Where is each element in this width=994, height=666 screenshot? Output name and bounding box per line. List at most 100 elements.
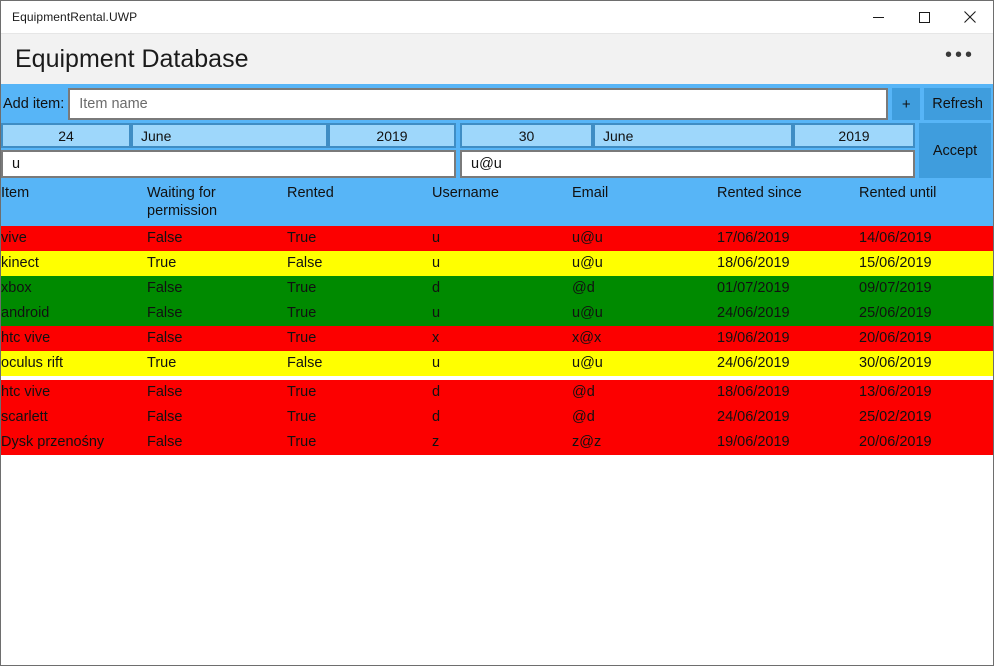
- cell-username: z: [432, 430, 572, 456]
- cell-email: u@u: [572, 351, 717, 377]
- date-to-month[interactable]: June: [593, 123, 793, 148]
- cell-rented: True: [287, 226, 432, 252]
- cell-username: x: [432, 326, 572, 352]
- accept-button[interactable]: Accept: [919, 123, 991, 178]
- cell-rented: True: [287, 326, 432, 352]
- cell-until: 15/06/2019: [859, 251, 993, 277]
- window-controls: [855, 1, 993, 33]
- email-search-input[interactable]: [460, 150, 915, 178]
- table-row[interactable]: android False True u u@u 24/06/2019 25/06/2019: [1, 301, 993, 327]
- cell-until: 30/06/2019: [859, 351, 993, 377]
- more-options-icon[interactable]: •••: [941, 45, 979, 69]
- cell-email: u@u: [572, 301, 717, 327]
- minimize-button[interactable]: [855, 1, 901, 33]
- cell-rented: False: [287, 351, 432, 377]
- date-picker-from: 24 June 2019: [1, 123, 456, 148]
- cell-waiting: False: [147, 326, 287, 352]
- column-header-item[interactable]: Item: [1, 181, 147, 227]
- cell-email: @d: [572, 276, 717, 302]
- date-to-day[interactable]: 30: [460, 123, 593, 148]
- page-title: Equipment Database: [15, 44, 249, 73]
- table-row[interactable]: Dysk przenośny False True z z@z 19/06/2019 20/…: [1, 430, 993, 456]
- cell-rented: True: [287, 380, 432, 406]
- cell-rented: True: [287, 430, 432, 456]
- cell-email: x@x: [572, 326, 717, 352]
- close-button[interactable]: [947, 1, 993, 33]
- cell-since: 24/06/2019: [717, 405, 859, 431]
- add-item-label: Add item:: [3, 96, 65, 112]
- item-name-input[interactable]: [68, 88, 889, 120]
- cell-until: 25/02/2019: [859, 405, 993, 431]
- column-header-waiting[interactable]: Waiting for permission: [147, 181, 287, 227]
- cell-rented: False: [287, 251, 432, 277]
- cell-until: 13/06/2019: [859, 380, 993, 406]
- cell-item: Dysk przenośny: [1, 430, 147, 456]
- table-row[interactable]: htc vive False True d @d 18/06/2019 13/06/2019: [1, 380, 993, 406]
- table-row[interactable]: htc vive False True x x@x 19/06/2019 20/06/201…: [1, 326, 993, 352]
- cell-waiting: False: [147, 301, 287, 327]
- filter-section: 24 June 2019 30 June 2019 Accept: [1, 121, 993, 181]
- cell-since: 18/06/2019: [717, 251, 859, 277]
- cell-since: 24/06/2019: [717, 301, 859, 327]
- cell-username: d: [432, 380, 572, 406]
- refresh-button[interactable]: Refresh: [924, 88, 991, 120]
- cell-item: vive: [1, 226, 147, 252]
- cell-since: 19/06/2019: [717, 430, 859, 456]
- date-from-day[interactable]: 24: [1, 123, 131, 148]
- search-row: [1, 150, 915, 181]
- column-header-username[interactable]: Username: [432, 181, 572, 227]
- date-from-year[interactable]: 2019: [328, 123, 456, 148]
- cell-since: 01/07/2019: [717, 276, 859, 302]
- application-window: EquipmentRental.UWP Equipment Database •…: [0, 0, 994, 666]
- equipment-table: Item Waiting for permission Rented Usern…: [1, 181, 993, 456]
- cell-item: kinect: [1, 251, 147, 277]
- minimize-icon: [872, 12, 884, 23]
- column-header-rented[interactable]: Rented: [287, 181, 432, 227]
- table-header: Item Waiting for permission Rented Usern…: [1, 181, 993, 227]
- column-header-since[interactable]: Rented since: [717, 181, 859, 227]
- cell-username: u: [432, 301, 572, 327]
- date-from-month[interactable]: June: [131, 123, 328, 148]
- table-header-row: Item Waiting for permission Rented Usern…: [1, 181, 993, 227]
- page-header: Equipment Database •••: [1, 34, 993, 84]
- cell-item: xbox: [1, 276, 147, 302]
- cell-item: scarlett: [1, 405, 147, 431]
- maximize-icon: [918, 11, 930, 23]
- cell-waiting: False: [147, 226, 287, 252]
- cell-username: u: [432, 251, 572, 277]
- date-to-year[interactable]: 2019: [793, 123, 915, 148]
- cell-since: 18/06/2019: [717, 380, 859, 406]
- cell-username: d: [432, 276, 572, 302]
- command-bar: Add item: + Refresh 24 June 2019 30 June…: [1, 84, 993, 181]
- table-row[interactable]: scarlett False True d @d 24/06/2019 25/02/2019: [1, 405, 993, 431]
- cell-email: u@u: [572, 226, 717, 252]
- cell-username: u: [432, 351, 572, 377]
- cell-email: @d: [572, 380, 717, 406]
- cell-username: d: [432, 405, 572, 431]
- cell-waiting: False: [147, 405, 287, 431]
- cell-item: htc vive: [1, 326, 147, 352]
- add-button[interactable]: +: [892, 88, 921, 120]
- table-row[interactable]: vive False True u u@u 17/06/2019 14/06/2019: [1, 226, 993, 252]
- table-row[interactable]: oculus rift True False u u@u 24/06/2019 30/06/…: [1, 351, 993, 377]
- cell-until: 09/07/2019: [859, 276, 993, 302]
- equipment-table-container: Item Waiting for permission Rented Usern…: [1, 181, 993, 665]
- close-icon: [964, 11, 976, 23]
- table-row[interactable]: kinect True False u u@u 18/06/2019 15/06/2019: [1, 251, 993, 277]
- column-header-until[interactable]: Rented until: [859, 181, 993, 227]
- table-row[interactable]: xbox False True d @d 01/07/2019 09/07/2019: [1, 276, 993, 302]
- cell-item: android: [1, 301, 147, 327]
- cell-email: u@u: [572, 251, 717, 277]
- filter-fields: 24 June 2019 30 June 2019: [1, 121, 915, 181]
- title-bar: EquipmentRental.UWP: [1, 1, 993, 34]
- cell-rented: True: [287, 405, 432, 431]
- column-header-email[interactable]: Email: [572, 181, 717, 227]
- username-search-input[interactable]: [1, 150, 456, 178]
- cell-waiting: True: [147, 251, 287, 277]
- cell-rented: True: [287, 276, 432, 302]
- window-title: EquipmentRental.UWP: [12, 10, 138, 24]
- add-item-row: Add item: + Refresh: [1, 84, 993, 121]
- cell-email: z@z: [572, 430, 717, 456]
- cell-item: oculus rift: [1, 351, 147, 377]
- maximize-button[interactable]: [901, 1, 947, 33]
